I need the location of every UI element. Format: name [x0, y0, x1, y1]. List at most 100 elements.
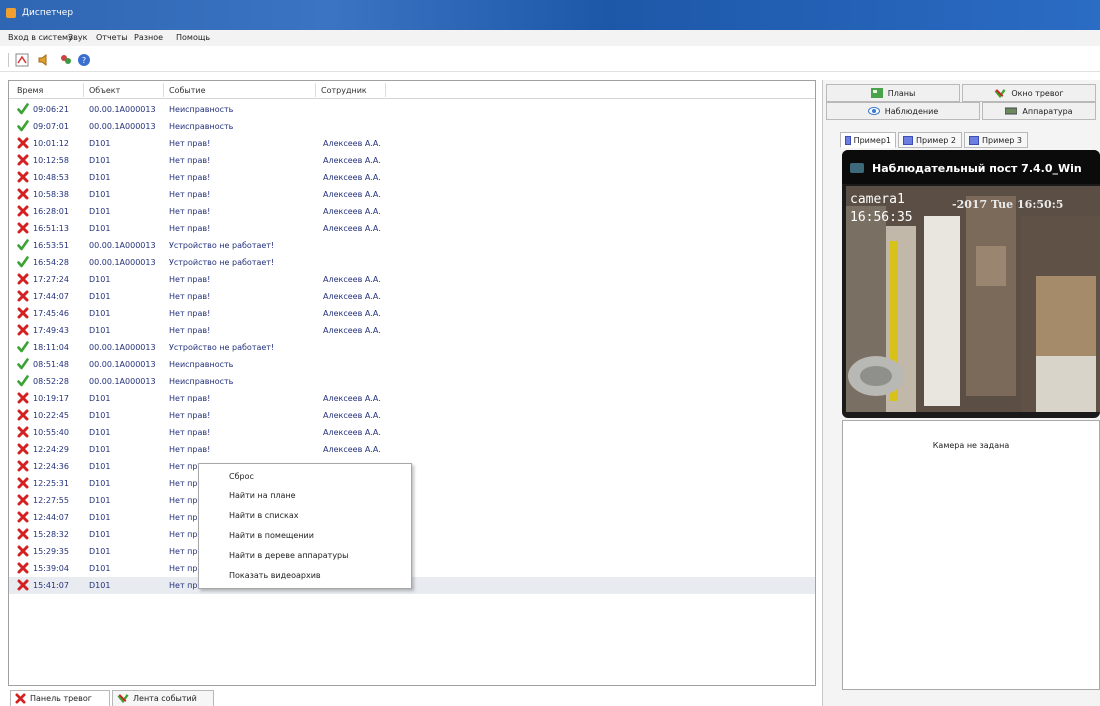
tab-observation[interactable]: Наблюдение [826, 102, 980, 120]
row-object: D101 [89, 496, 111, 505]
ctx-show-video-archive[interactable]: Показать видеоархив [229, 571, 321, 580]
table-row[interactable]: 12:24:29 D101 Нет прав! Алексеев А.А. [9, 441, 815, 458]
row-event: Нет пр [169, 496, 198, 505]
column-employee[interactable]: Сотрудник [321, 86, 367, 95]
row-object: D101 [89, 547, 111, 556]
table-row[interactable]: 15:28:32 D101 Нет пр [9, 526, 815, 543]
ctx-find-in-lists[interactable]: Найти в списках [229, 511, 298, 520]
table-row[interactable]: 10:55:40 D101 Нет прав! Алексеев А.А. [9, 424, 815, 441]
table-row[interactable]: 10:19:17 D101 Нет прав! Алексеев А.А. [9, 390, 815, 407]
ctx-find-in-hardware-tree[interactable]: Найти в дереве аппаратуры [229, 551, 348, 560]
row-time: 09:07:01 [33, 122, 69, 131]
table-row[interactable]: 18:11:04 00.00.1A000013 Устройство не рабо… [9, 339, 815, 356]
row-object: D101 [89, 139, 111, 148]
row-object: D101 [89, 564, 111, 573]
menu-reports[interactable]: Отчеты [96, 33, 128, 42]
cross-icon [17, 477, 29, 489]
row-employee: Алексеев А.А. [323, 394, 381, 403]
tab-alarm-window[interactable]: Окно тревог [962, 84, 1096, 102]
table-row[interactable]: 10:01:12 D101 Нет прав! Алексеев А.А. [9, 135, 815, 152]
row-time: 17:49:43 [33, 326, 69, 335]
table-row[interactable]: 09:07:01 00.00.1A000013 Неисправность [9, 118, 815, 135]
tab-plans[interactable]: Планы [826, 84, 960, 102]
table-row[interactable]: 17:45:46 D101 Нет прав! Алексеев А.А. [9, 305, 815, 322]
camera-not-set-text: Камера не задана [932, 441, 1010, 450]
row-object: D101 [89, 428, 111, 437]
row-time: 16:53:51 [33, 241, 69, 250]
row-event: Устройство не работает! [169, 343, 275, 352]
table-row[interactable]: 17:27:24 D101 Нет прав! Алексеев А.А. [9, 271, 815, 288]
table-row[interactable]: 10:22:45 D101 Нет прав! Алексеев А.А. [9, 407, 815, 424]
app-icon [6, 8, 16, 18]
cross-icon [17, 137, 29, 149]
row-object: 00.00.1A000013 [89, 105, 156, 114]
cross-icon [17, 154, 29, 166]
help-icon[interactable]: ? [76, 52, 92, 68]
table-row[interactable]: 12:25:31 D101 Нет пр [9, 475, 815, 492]
ctx-find-on-plan[interactable]: Найти на плане [229, 491, 296, 500]
tab-hardware[interactable]: Аппаратура [982, 102, 1096, 120]
row-event: Нет пр [169, 479, 198, 488]
table-row[interactable]: 08:51:48 00.00.1A000013 Неисправность [9, 356, 815, 373]
column-time[interactable]: Время [17, 86, 43, 95]
events-table: Время Объект Событие Сотрудник 09:06:21 0… [8, 80, 816, 686]
subtab-example-2-label: Пример 2 [916, 135, 956, 145]
row-object: D101 [89, 394, 111, 403]
sound-icon[interactable] [36, 52, 52, 68]
layout-icon [845, 135, 851, 145]
tab-event-feed[interactable]: Лента событий [112, 690, 214, 706]
users-icon[interactable] [58, 52, 74, 68]
row-time: 16:28:01 [33, 207, 69, 216]
table-row[interactable]: 15:29:35 D101 Нет пр [9, 543, 815, 560]
ctx-reset[interactable]: Сброс [229, 472, 254, 481]
checkmark-icon [17, 358, 29, 370]
table-row[interactable]: 09:06:21 00.00.1A000013 Неисправность [9, 101, 815, 118]
table-row[interactable]: 16:54:28 00.00.1A000013 Устройство не рабо… [9, 254, 815, 271]
table-row[interactable]: 17:49:43 D101 Нет прав! Алексеев А.А. [9, 322, 815, 339]
table-row[interactable]: 16:53:51 00.00.1A000013 Устройство не рабо… [9, 237, 815, 254]
menu-sound[interactable]: Звук [68, 33, 87, 42]
row-object: D101 [89, 411, 111, 420]
row-employee: Алексеев А.А. [323, 224, 381, 233]
video-viewer[interactable]: Наблюдательный пост 7.4.0_Win camera1 16… [842, 150, 1100, 418]
table-row[interactable]: 15:39:04 D101 Нет пр [9, 560, 815, 577]
row-object: D101 [89, 190, 111, 199]
table-row[interactable]: 15:41:07D101Нет прав!Алексеев А.А. [9, 577, 815, 594]
checkmark-icon [17, 375, 29, 387]
table-row[interactable]: 17:44:07 D101 Нет прав! Алексеев А.А. [9, 288, 815, 305]
column-object[interactable]: Объект [89, 86, 120, 95]
row-time: 10:12:58 [33, 156, 69, 165]
ctx-find-in-room[interactable]: Найти в помещении [229, 531, 314, 540]
menu-help[interactable]: Помощь [176, 33, 210, 42]
table-row[interactable]: 12:27:55 D101 Нет пр [9, 492, 815, 509]
row-object: D101 [89, 292, 111, 301]
subtab-example-2[interactable]: Пример 2 [898, 132, 962, 148]
row-time: 17:27:24 [33, 275, 69, 284]
row-object: D101 [89, 173, 111, 182]
row-event: Нет прав! [169, 139, 211, 148]
tab-alarm-panel[interactable]: Панель тревог [10, 690, 110, 706]
row-time: 18:11:04 [33, 343, 69, 352]
row-employee: Алексеев А.А. [323, 445, 381, 454]
cross-icon [17, 460, 29, 472]
table-row[interactable]: 10:12:58 D101 Нет прав! Алексеев А.А. [9, 152, 815, 169]
table-row[interactable]: 16:51:13 D101 Нет прав! Алексеев А.А. [9, 220, 815, 237]
row-event: Нет прав! [169, 156, 211, 165]
checkmark-icon [17, 103, 29, 115]
table-row[interactable]: 12:24:36 D101 Нет пр [9, 458, 815, 475]
column-event[interactable]: Событие [169, 86, 206, 95]
row-object: 00.00.1A000013 [89, 122, 156, 131]
menu-misc[interactable]: Разное [134, 33, 163, 42]
menu-login[interactable]: Вход в систему [8, 33, 73, 42]
row-object: D101 [89, 224, 111, 233]
row-time: 12:27:55 [33, 496, 69, 505]
subtab-example-3[interactable]: Пример 3 [964, 132, 1028, 148]
table-row[interactable]: 10:48:53 D101 Нет прав! Алексеев А.А. [9, 169, 815, 186]
subtab-example-1[interactable]: Пример1 [840, 132, 896, 148]
table-row[interactable]: 10:58:38 D101 Нет прав! Алексеев А.А. [9, 186, 815, 203]
table-row[interactable]: 16:28:01 D101 Нет прав! Алексеев А.А. [9, 203, 815, 220]
refresh-icon[interactable] [14, 52, 30, 68]
table-row[interactable]: 08:52:28 00.00.1A000013 Неисправность [9, 373, 815, 390]
toolbar-separator [8, 53, 9, 67]
table-row[interactable]: 12:44:07 D101 Нет пр [9, 509, 815, 526]
